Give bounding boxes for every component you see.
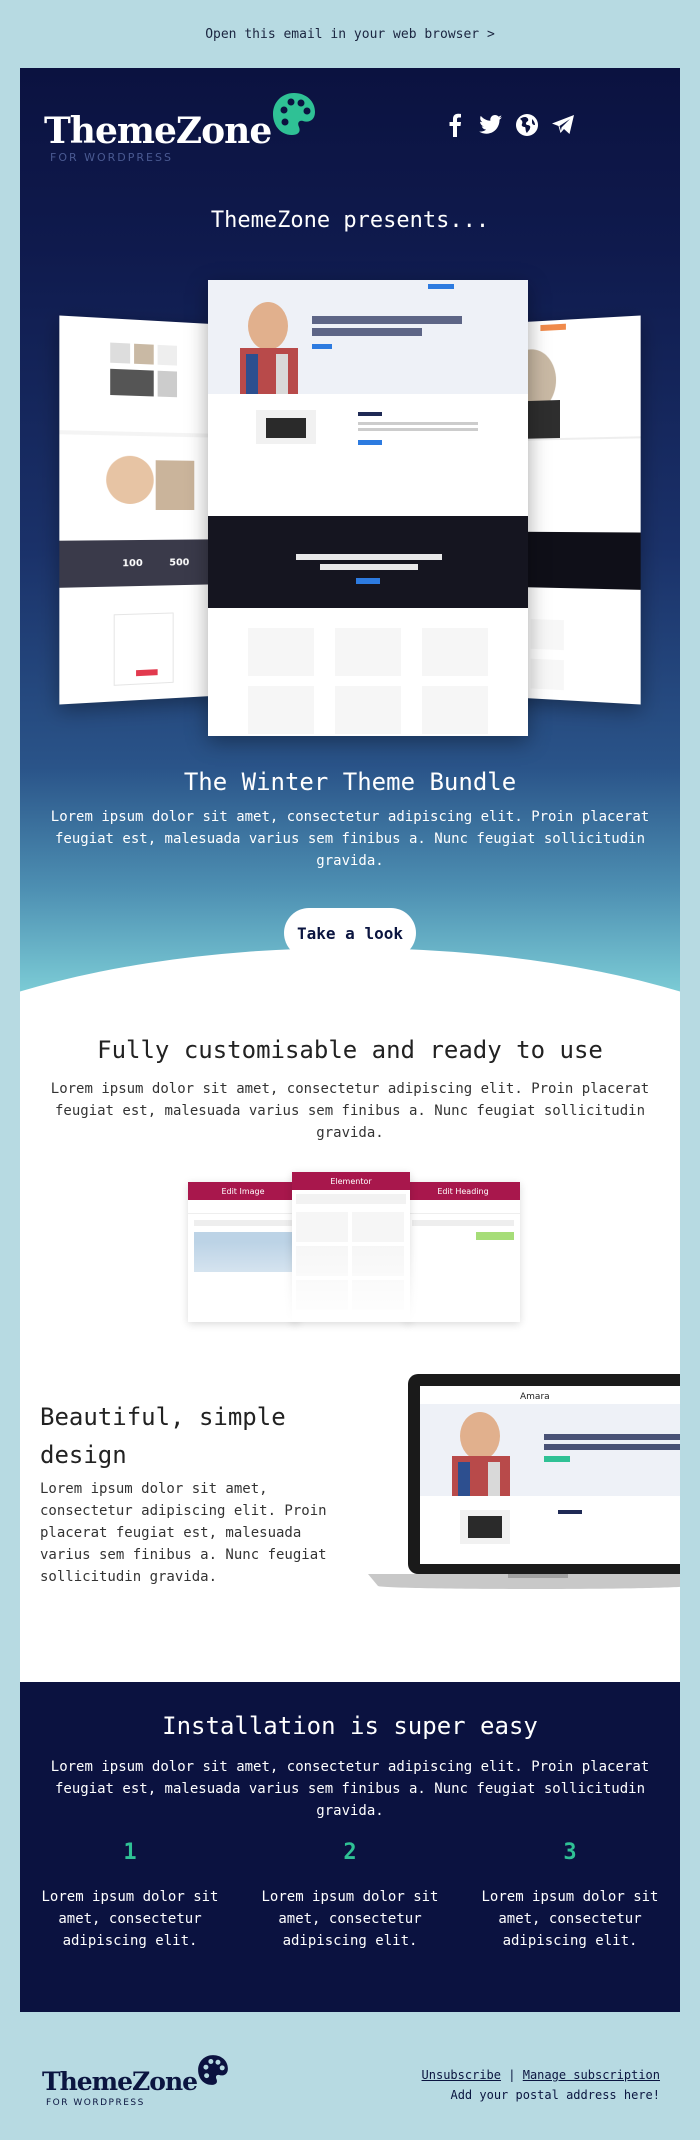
laptop-mockup: Amara — [368, 1342, 680, 1592]
facebook-icon[interactable] — [442, 112, 468, 138]
laptop-brand: Amara — [520, 1392, 550, 1402]
social-links — [442, 112, 576, 138]
theme-mockups: 100 500 — [59, 280, 641, 740]
install-step-1: 1 Lorem ipsum dolor sit amet, consectetu… — [20, 1840, 240, 1952]
hero-section: ThemeZone FOR WORDPRESS ThemeZone presen… — [20, 68, 680, 1000]
brand-name: ThemeZone — [44, 110, 272, 152]
panel-elementor-title: Elementor — [292, 1172, 410, 1190]
install-title: Installation is super easy — [162, 1712, 538, 1740]
mockup-left: 100 500 — [59, 315, 218, 705]
stat-100: 100 — [122, 558, 143, 569]
features-section: Fully customisable and ready to use Lore… — [20, 1000, 680, 1342]
brand-tagline: FOR WORDPRESS — [50, 151, 173, 164]
footer-brand-tagline: FOR WORDPRESS — [46, 2098, 145, 2108]
postal-address: Add your postal address here! — [450, 2088, 660, 2102]
footer-brand-name: ThemeZone — [42, 2067, 198, 2096]
features-text: Lorem ipsum dolor sit amet, consectetur … — [50, 1081, 650, 1141]
step-number: 1 — [123, 1840, 137, 1865]
link-separator: | — [508, 2068, 516, 2082]
mockup-center-art — [208, 280, 528, 736]
footer-logo[interactable]: ThemeZone FOR WORDPRESS — [40, 2053, 240, 2113]
palette-icon — [273, 93, 315, 135]
step-number: 3 — [563, 1840, 577, 1865]
design-section: Beautiful, simple design Lorem ipsum dol… — [20, 1342, 680, 1682]
features-title: Fully customisable and ready to use — [97, 1036, 603, 1064]
browser-link-bar: Open this email in your web browser > — [0, 0, 700, 68]
editor-panels: Edit Image Elementor Edit Heading — [188, 1172, 520, 1322]
manage-subscription-link[interactable]: Manage subscription — [523, 2068, 660, 2082]
design-title: Beautiful, simple design — [40, 1403, 286, 1469]
install-step-2: 2 Lorem ipsum dolor sit amet, consectetu… — [240, 1840, 460, 1952]
hero-text: Lorem ipsum dolor sit amet, consectetur … — [50, 809, 650, 869]
open-in-browser-link[interactable]: Open this email in your web browser > — [205, 27, 495, 42]
footer-links: Unsubscribe | Manage subscription Add yo… — [422, 2065, 660, 2105]
hero-title: The Winter Theme Bundle — [183, 768, 517, 796]
unsubscribe-link[interactable]: Unsubscribe — [422, 2068, 501, 2082]
install-step-3: 3 Lorem ipsum dolor sit amet, consectetu… — [460, 1840, 680, 1952]
laptop-art: Amara — [368, 1374, 680, 1589]
stat-500: 500 — [169, 557, 189, 568]
take-a-look-button[interactable]: Take a look — [284, 908, 416, 958]
twitter-icon[interactable] — [478, 112, 504, 138]
step-number: 2 — [343, 1840, 357, 1865]
install-section: Installation is super easy Lorem ipsum d… — [20, 1682, 680, 2012]
brand-logo[interactable]: ThemeZone FOR WORDPRESS — [44, 90, 315, 170]
design-text: Lorem ipsum dolor sit amet, consectetur … — [40, 1481, 327, 1585]
email-card: ThemeZone FOR WORDPRESS ThemeZone presen… — [20, 68, 680, 2012]
mockup-left-art: 100 500 — [59, 315, 218, 705]
panels-fade — [188, 1242, 520, 1322]
step-text: Lorem ipsum dolor sit amet, consectetur … — [41, 1889, 219, 1949]
step-text: Lorem ipsum dolor sit amet, consectetur … — [481, 1889, 659, 1949]
step-text: Lorem ipsum dolor sit amet, consectetur … — [261, 1889, 439, 1949]
mockup-center — [208, 280, 528, 736]
panel-edit-image-title: Edit Image — [188, 1182, 298, 1200]
palette-icon — [198, 2055, 228, 2085]
globe-icon[interactable] — [514, 112, 540, 138]
panel-edit-heading-title: Edit Heading — [406, 1182, 520, 1200]
install-text: Lorem ipsum dolor sit amet, consectetur … — [50, 1759, 650, 1819]
telegram-icon[interactable] — [550, 112, 576, 138]
hero-presents: ThemeZone presents... — [210, 208, 490, 233]
install-steps: 1 Lorem ipsum dolor sit amet, consectetu… — [20, 1840, 680, 1952]
footer: ThemeZone FOR WORDPRESS Unsubscribe | Ma… — [0, 2013, 700, 2140]
